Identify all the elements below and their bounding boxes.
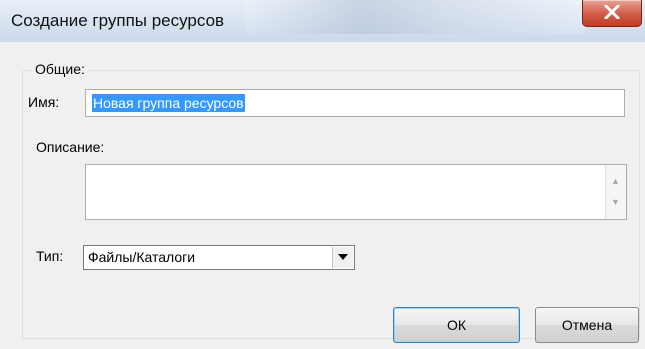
general-groupbox-legend: Общие: [32, 61, 88, 77]
dialog-body: Общие: Имя: Новая группа ресурсов Описан… [0, 42, 645, 349]
description-textarea[interactable]: ▲ ▼ [85, 164, 627, 220]
chevron-down-icon [338, 254, 348, 260]
type-select[interactable]: Файлы/Каталоги [83, 245, 355, 270]
type-select-value: Файлы/Каталоги [88, 249, 196, 265]
close-button[interactable] [582, 0, 642, 27]
scroll-down-icon[interactable]: ▼ [611, 197, 620, 207]
ok-button[interactable]: ОК [393, 307, 520, 343]
window-title: Создание группы ресурсов [11, 11, 225, 30]
blurred-background [245, 0, 585, 34]
scroll-up-icon[interactable]: ▲ [611, 176, 620, 186]
description-scrollbar[interactable]: ▲ ▼ [605, 165, 626, 219]
cancel-button[interactable]: Отмена [535, 307, 639, 343]
name-input[interactable]: Новая группа ресурсов [85, 89, 625, 117]
description-label: Описание: [36, 139, 105, 155]
window-titlebar[interactable]: Создание группы ресурсов [0, 0, 645, 42]
close-x-icon [604, 5, 620, 19]
name-input-value: Новая группа ресурсов [92, 94, 245, 112]
name-label: Имя: [28, 94, 60, 110]
type-label: Тип: [36, 248, 64, 264]
type-dropdown-button[interactable] [332, 247, 353, 268]
